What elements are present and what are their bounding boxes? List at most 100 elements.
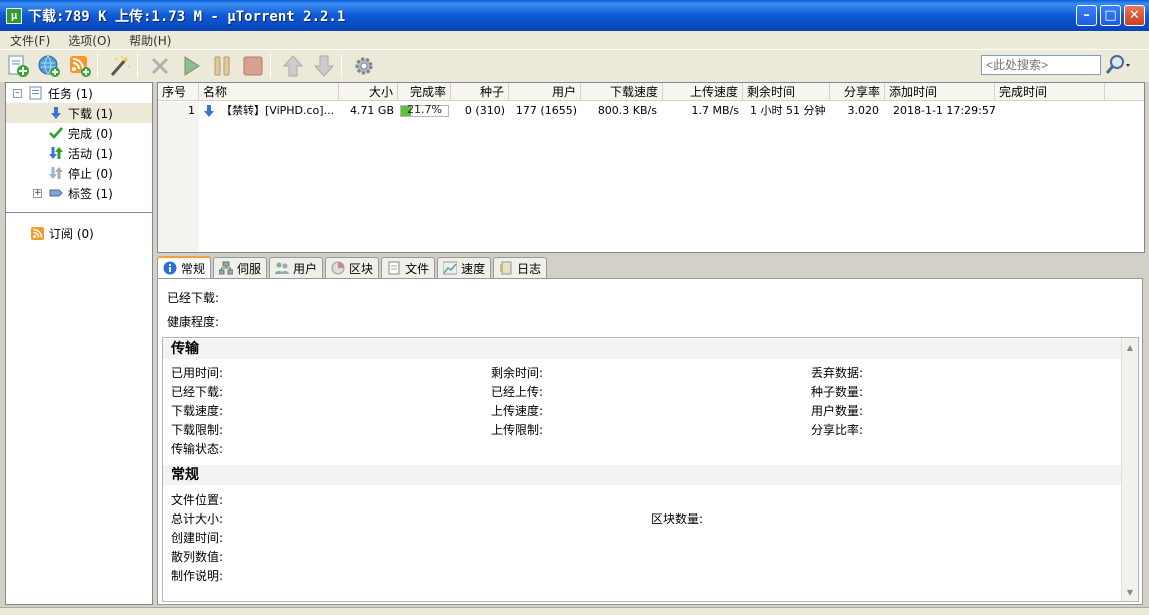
add-rss-button[interactable] [67, 53, 93, 79]
add-url-button[interactable] [36, 53, 62, 79]
time-elapsed-label: 已用时间: [171, 366, 224, 380]
start-button[interactable] [178, 53, 204, 79]
tree-item-active[interactable]: 活动 (1) [48, 143, 113, 163]
index-column-band [158, 102, 199, 252]
availability-label: 健康程度: [167, 315, 220, 329]
tree-item-downloading[interactable]: 下载 (1) [6, 103, 152, 123]
pause-button[interactable] [209, 53, 235, 79]
list-header: 序号 名称 大小 完成率 种子 用户 下载速度 上传速度 剩余时间 分享率 添加… [158, 83, 1144, 101]
maximize-icon: □ [1104, 8, 1117, 23]
tab-general[interactable]: 常规 [157, 256, 212, 278]
torrent-peers: 177 (1655) [515, 104, 577, 117]
column-header-ratio[interactable]: 分享率 [830, 83, 885, 101]
add-torrent-button[interactable] [5, 53, 31, 79]
stop-button[interactable] [240, 53, 266, 79]
move-down-button[interactable] [311, 53, 337, 79]
tree-item-label: 订阅 (0) [49, 226, 94, 241]
tab-label: 用户 [293, 261, 318, 276]
column-header-name[interactable]: 名称 [199, 83, 339, 101]
column-header-index[interactable]: 序号 [158, 83, 199, 101]
column-header-down-speed[interactable]: 下载速度 [581, 83, 663, 101]
tree-item-stopped[interactable]: 停止 (0) [48, 163, 113, 183]
details-panel: 已经下载: 健康程度: 传输 已用时间: 已经下载: 下载速度: 下载限制: 传… [157, 278, 1143, 605]
rss-add-icon [70, 56, 91, 77]
label-tag-icon [49, 189, 63, 197]
tab-trackers[interactable]: 伺服 [213, 257, 268, 278]
tab-pieces[interactable]: 区块 [325, 257, 380, 278]
utorrent-app-icon[interactable]: µ [6, 7, 22, 24]
seeds-count-label: 种子数量: [811, 385, 864, 399]
search-button[interactable] [1104, 53, 1132, 77]
tab-logger[interactable]: 日志 [493, 257, 548, 278]
column-header-up-speed[interactable]: 上传速度 [663, 83, 743, 101]
logger-icon [500, 261, 512, 275]
tree-item-completed[interactable]: 完成 (0) [48, 123, 113, 143]
column-header-completed[interactable]: 完成时间 [995, 83, 1105, 101]
remove-button[interactable] [147, 53, 173, 79]
toolbar-separator [270, 54, 271, 78]
expand-icon[interactable]: + [33, 188, 42, 198]
minimize-button[interactable]: – [1076, 5, 1097, 26]
peers-icon [275, 262, 290, 274]
add-url-icon [38, 55, 60, 77]
move-up-icon [282, 55, 304, 77]
tab-label: 文件 [405, 261, 430, 276]
title-bar: µ 下载:789 K 上传:1.73 M - µTorrent 2.2.1 – … [0, 0, 1149, 31]
column-header-peers[interactable]: 用户 [509, 83, 581, 101]
scroll-up-icon[interactable]: ▲ [1123, 340, 1137, 354]
tree-item-tasks[interactable]: – 任务 (1) [13, 83, 93, 103]
toolbar-separator [137, 54, 138, 78]
comment-label: 制作说明: [171, 569, 224, 583]
downloaded-pieces-label: 已经下载: [167, 291, 220, 305]
menu-help[interactable]: 帮助(H) [120, 32, 180, 49]
column-header-added[interactable]: 添加时间 [885, 83, 995, 101]
category-tree: – 任务 (1) 下载 (1) 完成 (0) 活动 (1) 停止 (0) + 标… [5, 82, 153, 605]
torrent-row[interactable]: 1 【禁转】[ViPHD.co]... 4.71 GB 21.7% 0 (310… [158, 102, 1144, 120]
maximize-button[interactable]: □ [1100, 5, 1121, 26]
transfer-status-label: 传输状态: [171, 442, 224, 456]
search-input[interactable] [981, 55, 1101, 75]
collapse-icon[interactable]: – [13, 88, 22, 98]
share-ratio-label: 分享比率: [811, 423, 864, 437]
torrent-ratio: 3.020 [847, 104, 880, 117]
add-torrent-icon [8, 55, 29, 77]
details-scrollbar[interactable]: ▲ ▼ [1121, 338, 1138, 601]
toolbar-separator [97, 54, 98, 78]
created-on-label: 创建时间: [171, 531, 224, 545]
torrent-progress-text: 21.7% [407, 103, 442, 116]
tab-label: 常规 [181, 261, 206, 276]
tree-item-label: 完成 (0) [68, 126, 113, 141]
column-header-progress[interactable]: 完成率 [398, 83, 451, 101]
tab-speed[interactable]: 速度 [437, 257, 492, 278]
move-up-button[interactable] [280, 53, 306, 79]
close-button[interactable]: ✕ [1124, 5, 1145, 26]
tab-peers[interactable]: 用户 [269, 257, 324, 278]
column-header-seeds[interactable]: 种子 [451, 83, 509, 101]
menu-file[interactable]: 文件(F) [0, 32, 59, 49]
torrent-seeds: 0 (310) [464, 104, 505, 117]
hash-label: 散列数值: [171, 550, 224, 564]
status-bar [0, 607, 1149, 615]
tree-item-label: 活动 (1) [68, 146, 113, 161]
create-torrent-button[interactable] [107, 53, 133, 79]
download-speed-label: 下载速度: [171, 404, 224, 418]
tree-item-labels[interactable]: + 标签 (1) [33, 183, 113, 203]
menu-options[interactable]: 选项(O) [59, 32, 120, 49]
torrent-size: 4.71 GB [349, 104, 394, 117]
torrent-up-speed: 1.7 MB/s [691, 104, 739, 117]
minimize-icon: – [1083, 8, 1090, 23]
rss-icon [30, 226, 44, 240]
tab-label: 速度 [461, 261, 486, 276]
column-header-size[interactable]: 大小 [339, 83, 398, 101]
upload-speed-label: 上传速度: [491, 404, 544, 418]
preferences-button[interactable] [351, 53, 377, 79]
detail-tabs: 常规 伺服 用户 区块 文件 速度 日志 [157, 256, 549, 278]
tasks-icon [29, 86, 42, 100]
tree-item-label: 下载 (1) [68, 106, 113, 121]
pieces-count-label: 区块数量: [651, 512, 704, 526]
column-header-eta[interactable]: 剩余时间 [743, 83, 830, 101]
scroll-down-icon[interactable]: ▼ [1123, 585, 1137, 599]
uploaded-label: 已经上传: [491, 385, 544, 399]
tree-item-feeds[interactable]: 订阅 (0) [29, 223, 94, 243]
tab-files[interactable]: 文件 [381, 257, 436, 278]
